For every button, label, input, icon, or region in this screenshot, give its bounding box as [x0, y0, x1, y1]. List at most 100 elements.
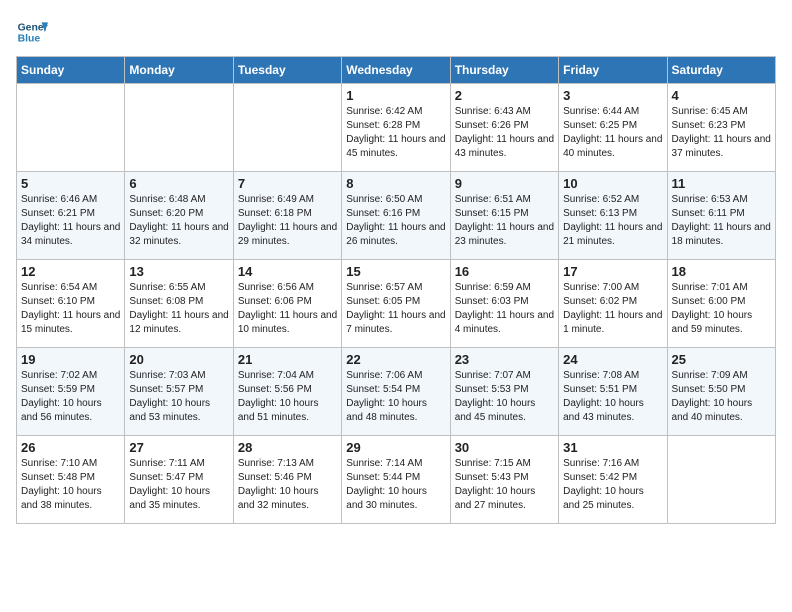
day-number: 12	[21, 264, 120, 279]
week-row-4: 19 Sunrise: 7:02 AM Sunset: 5:59 PM Dayli…	[17, 348, 776, 436]
day-info: Sunrise: 7:16 AM Sunset: 5:42 PM Dayligh…	[563, 457, 662, 513]
day-info: Sunrise: 7:03 AM Sunset: 5:57 PM Dayligh…	[129, 369, 228, 425]
day-number: 4	[672, 88, 771, 103]
week-row-3: 12 Sunrise: 6:54 AM Sunset: 6:10 PM Dayli…	[17, 260, 776, 348]
day-info: Sunrise: 7:09 AM Sunset: 5:50 PM Dayligh…	[672, 369, 771, 425]
day-info: Sunrise: 6:50 AM Sunset: 6:16 PM Dayligh…	[346, 193, 445, 249]
day-cell: 10 Sunrise: 6:52 AM Sunset: 6:13 PM Dayli…	[559, 172, 667, 260]
day-number: 25	[672, 352, 771, 367]
day-info: Sunrise: 7:06 AM Sunset: 5:54 PM Dayligh…	[346, 369, 445, 425]
day-cell: 25 Sunrise: 7:09 AM Sunset: 5:50 PM Dayli…	[667, 348, 775, 436]
day-info: Sunrise: 7:14 AM Sunset: 5:44 PM Dayligh…	[346, 457, 445, 513]
day-info: Sunrise: 6:46 AM Sunset: 6:21 PM Dayligh…	[21, 193, 120, 249]
col-header-wednesday: Wednesday	[342, 57, 450, 84]
day-cell: 8 Sunrise: 6:50 AM Sunset: 6:16 PM Daylig…	[342, 172, 450, 260]
day-number: 19	[21, 352, 120, 367]
day-cell: 19 Sunrise: 7:02 AM Sunset: 5:59 PM Dayli…	[17, 348, 125, 436]
day-info: Sunrise: 7:10 AM Sunset: 5:48 PM Dayligh…	[21, 457, 120, 513]
day-info: Sunrise: 6:48 AM Sunset: 6:20 PM Dayligh…	[129, 193, 228, 249]
day-info: Sunrise: 6:44 AM Sunset: 6:25 PM Dayligh…	[563, 105, 662, 161]
day-cell	[667, 436, 775, 524]
week-row-5: 26 Sunrise: 7:10 AM Sunset: 5:48 PM Dayli…	[17, 436, 776, 524]
day-info: Sunrise: 6:55 AM Sunset: 6:08 PM Dayligh…	[129, 281, 228, 337]
day-cell: 12 Sunrise: 6:54 AM Sunset: 6:10 PM Dayli…	[17, 260, 125, 348]
day-number: 15	[346, 264, 445, 279]
day-cell: 30 Sunrise: 7:15 AM Sunset: 5:43 PM Dayli…	[450, 436, 558, 524]
col-header-sunday: Sunday	[17, 57, 125, 84]
day-cell: 21 Sunrise: 7:04 AM Sunset: 5:56 PM Dayli…	[233, 348, 341, 436]
page-header: General Blue	[16, 16, 776, 48]
day-info: Sunrise: 7:11 AM Sunset: 5:47 PM Dayligh…	[129, 457, 228, 513]
day-number: 10	[563, 176, 662, 191]
day-number: 18	[672, 264, 771, 279]
day-cell: 23Sunrise: 7:07 AM Sunset: 5:53 PM Dayli…	[450, 348, 558, 436]
day-cell: 29 Sunrise: 7:14 AM Sunset: 5:44 PM Dayli…	[342, 436, 450, 524]
day-info: Sunrise: 6:53 AM Sunset: 6:11 PM Dayligh…	[672, 193, 771, 249]
calendar-table: SundayMondayTuesdayWednesdayThursdayFrid…	[16, 56, 776, 524]
day-cell: 14 Sunrise: 6:56 AM Sunset: 6:06 PM Dayli…	[233, 260, 341, 348]
day-info: Sunrise: 6:56 AM Sunset: 6:06 PM Dayligh…	[238, 281, 337, 337]
day-cell: 7 Sunrise: 6:49 AM Sunset: 6:18 PM Daylig…	[233, 172, 341, 260]
day-number: 31	[563, 440, 662, 455]
day-cell: 3Sunrise: 6:44 AM Sunset: 6:25 PM Daylig…	[559, 84, 667, 172]
day-cell: 4 Sunrise: 6:45 AM Sunset: 6:23 PM Daylig…	[667, 84, 775, 172]
day-cell: 1 Sunrise: 6:42 AM Sunset: 6:28 PM Daylig…	[342, 84, 450, 172]
day-info: Sunrise: 6:49 AM Sunset: 6:18 PM Dayligh…	[238, 193, 337, 249]
day-number: 7	[238, 176, 337, 191]
day-number: 11	[672, 176, 771, 191]
day-cell: 27 Sunrise: 7:11 AM Sunset: 5:47 PM Dayli…	[125, 436, 233, 524]
day-number: 21	[238, 352, 337, 367]
day-number: 14	[238, 264, 337, 279]
logo: General Blue	[16, 16, 48, 48]
day-cell	[233, 84, 341, 172]
day-cell: 18 Sunrise: 7:01 AM Sunset: 6:00 PM Dayli…	[667, 260, 775, 348]
day-cell: 24 Sunrise: 7:08 AM Sunset: 5:51 PM Dayli…	[559, 348, 667, 436]
day-info: Sunrise: 6:43 AM Sunset: 6:26 PM Dayligh…	[455, 105, 554, 161]
day-cell: 13 Sunrise: 6:55 AM Sunset: 6:08 PM Dayli…	[125, 260, 233, 348]
day-cell: 26 Sunrise: 7:10 AM Sunset: 5:48 PM Dayli…	[17, 436, 125, 524]
day-number: 24	[563, 352, 662, 367]
col-header-friday: Friday	[559, 57, 667, 84]
day-info: Sunrise: 7:13 AM Sunset: 5:46 PM Dayligh…	[238, 457, 337, 513]
day-number: 2	[455, 88, 554, 103]
day-cell: 20Sunrise: 7:03 AM Sunset: 5:57 PM Dayli…	[125, 348, 233, 436]
day-info: Sunrise: 6:42 AM Sunset: 6:28 PM Dayligh…	[346, 105, 445, 161]
day-info: Sunrise: 7:02 AM Sunset: 5:59 PM Dayligh…	[21, 369, 120, 425]
day-cell: 22Sunrise: 7:06 AM Sunset: 5:54 PM Dayli…	[342, 348, 450, 436]
day-cell: 16 Sunrise: 6:59 AM Sunset: 6:03 PM Dayli…	[450, 260, 558, 348]
day-info: Sunrise: 7:08 AM Sunset: 5:51 PM Dayligh…	[563, 369, 662, 425]
day-cell: 9Sunrise: 6:51 AM Sunset: 6:15 PM Daylig…	[450, 172, 558, 260]
day-number: 26	[21, 440, 120, 455]
day-info: Sunrise: 7:04 AM Sunset: 5:56 PM Dayligh…	[238, 369, 337, 425]
day-number: 8	[346, 176, 445, 191]
day-number: 29	[346, 440, 445, 455]
col-header-monday: Monday	[125, 57, 233, 84]
day-info: Sunrise: 7:00 AM Sunset: 6:02 PM Dayligh…	[563, 281, 662, 337]
day-number: 30	[455, 440, 554, 455]
svg-text:Blue: Blue	[18, 34, 41, 45]
day-cell: 17Sunrise: 7:00 AM Sunset: 6:02 PM Dayli…	[559, 260, 667, 348]
day-info: Sunrise: 6:45 AM Sunset: 6:23 PM Dayligh…	[672, 105, 771, 161]
logo-icon: General Blue	[16, 16, 48, 48]
day-info: Sunrise: 7:15 AM Sunset: 5:43 PM Dayligh…	[455, 457, 554, 513]
day-number: 6	[129, 176, 228, 191]
day-info: Sunrise: 6:52 AM Sunset: 6:13 PM Dayligh…	[563, 193, 662, 249]
day-info: Sunrise: 6:57 AM Sunset: 6:05 PM Dayligh…	[346, 281, 445, 337]
day-info: Sunrise: 6:59 AM Sunset: 6:03 PM Dayligh…	[455, 281, 554, 337]
day-info: Sunrise: 7:01 AM Sunset: 6:00 PM Dayligh…	[672, 281, 771, 337]
day-cell: 11 Sunrise: 6:53 AM Sunset: 6:11 PM Dayli…	[667, 172, 775, 260]
col-header-tuesday: Tuesday	[233, 57, 341, 84]
day-info: Sunrise: 6:54 AM Sunset: 6:10 PM Dayligh…	[21, 281, 120, 337]
day-cell: 5Sunrise: 6:46 AM Sunset: 6:21 PM Daylig…	[17, 172, 125, 260]
day-number: 27	[129, 440, 228, 455]
week-row-1: 1 Sunrise: 6:42 AM Sunset: 6:28 PM Daylig…	[17, 84, 776, 172]
day-cell	[125, 84, 233, 172]
day-cell: 31 Sunrise: 7:16 AM Sunset: 5:42 PM Dayli…	[559, 436, 667, 524]
day-cell: 28Sunrise: 7:13 AM Sunset: 5:46 PM Dayli…	[233, 436, 341, 524]
day-number: 16	[455, 264, 554, 279]
day-cell: 6 Sunrise: 6:48 AM Sunset: 6:20 PM Daylig…	[125, 172, 233, 260]
day-number: 1	[346, 88, 445, 103]
day-cell: 2 Sunrise: 6:43 AM Sunset: 6:26 PM Daylig…	[450, 84, 558, 172]
day-number: 13	[129, 264, 228, 279]
day-info: Sunrise: 7:07 AM Sunset: 5:53 PM Dayligh…	[455, 369, 554, 425]
